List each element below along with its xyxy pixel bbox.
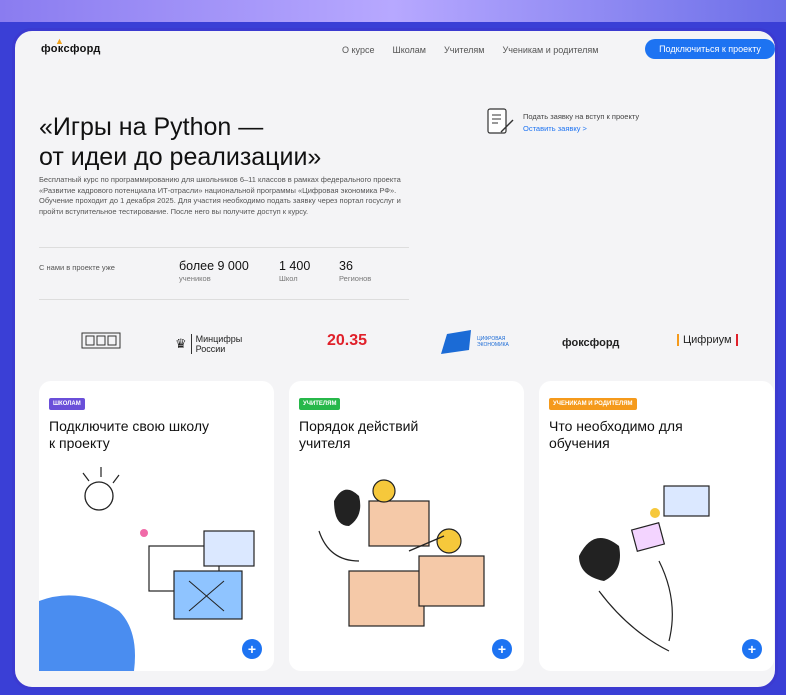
logo-hat-icon: ▲ xyxy=(55,36,65,46)
nav-item-teachers[interactable]: Учителям xyxy=(444,45,484,55)
card-students-parents[interactable]: Ученикам и родителям Что необходимо для … xyxy=(539,381,774,671)
stat-students: более 9 000 учеников xyxy=(179,259,249,283)
badge-schools: Школам xyxy=(49,398,85,410)
partner-nod-logo xyxy=(81,330,121,352)
foxford-partner-label: фоксфорд xyxy=(562,337,620,349)
logo-text: фоксфорд xyxy=(41,43,101,55)
partner-mincifry: ♛ Минцифры России xyxy=(175,334,251,354)
partner-foxford: фоксфорд xyxy=(562,337,619,349)
mincifry-label: Минцифры России xyxy=(190,334,251,354)
schools-illustration-icon xyxy=(39,467,255,671)
partner-digital-economy: ЦИФРОВАЯ ЭКОНОМИКА xyxy=(439,328,517,356)
document-pen-icon xyxy=(487,108,514,134)
badge-students-parents: Ученикам и родителям xyxy=(549,398,637,410)
open-card-schools-button[interactable]: + xyxy=(242,639,262,659)
card-teachers[interactable]: Учителям Порядок действий учителя + xyxy=(289,381,524,671)
stats-divider-top xyxy=(39,247,409,248)
project-stats: С нами в проекте уже более 9 000 ученико… xyxy=(39,259,409,289)
open-card-students-button[interactable]: + xyxy=(742,639,762,659)
leave-request-link[interactable]: Оставить заявку > xyxy=(523,124,587,133)
card-title: Что необходимо для обучения xyxy=(549,418,683,451)
partners-row: ♛ Минцифры России 20.35 ЦИФРОВАЯ ЭКОНОМИ… xyxy=(15,328,775,364)
nav-item-about[interactable]: О курсе xyxy=(342,45,374,55)
stat-value: 1 400 xyxy=(279,259,311,273)
foxford-logo[interactable]: ▲ фоксфорд xyxy=(41,36,101,55)
partner-2035: 20.35 xyxy=(327,332,367,350)
students-illustration-icon xyxy=(579,485,710,652)
site-header: ▲ фоксфорд О курсе Школам Учителям Учени… xyxy=(15,31,775,71)
stats-lead: С нами в проекте уже xyxy=(39,263,115,272)
partner-cifrium: Цифриум xyxy=(677,334,738,346)
stat-value: 36 xyxy=(339,259,353,273)
stat-label: учеников xyxy=(179,274,211,283)
digital-economy-label: ЦИФРОВАЯ ЭКОНОМИКА xyxy=(477,336,509,348)
stat-label: Регионов xyxy=(339,274,372,283)
badge-teachers: Учителям xyxy=(299,398,341,410)
russia-eagle-icon: ♛ xyxy=(175,336,187,351)
nod-logo-icon xyxy=(81,332,121,349)
stat-label: Школ xyxy=(279,274,298,283)
browser-top-band xyxy=(0,0,786,22)
stat-schools: 1 400 Школ xyxy=(279,259,310,283)
nav-item-students-parents[interactable]: Ученикам и родителям xyxy=(502,45,598,55)
stat-value: более 9 000 xyxy=(179,259,249,273)
nav-item-schools[interactable]: Школам xyxy=(392,45,426,55)
cifrium-label: Цифриум xyxy=(677,334,738,346)
digital-economy-logo-icon xyxy=(441,330,471,354)
open-card-teachers-button[interactable]: + xyxy=(492,639,512,659)
join-project-button[interactable]: Подключиться к проекту xyxy=(645,39,775,59)
card-title: Подключите свою школу к проекту xyxy=(49,418,210,451)
teachers-illustration-icon xyxy=(318,479,485,627)
page-title: «Игры на Python — от идеи до реализации» xyxy=(39,113,322,171)
stat-regions: 36 Регионов xyxy=(339,259,371,283)
main-nav: О курсе Школам Учителям Ученикам и родит… xyxy=(342,45,598,55)
stats-divider-bottom xyxy=(39,299,409,300)
card-schools[interactable]: Школам Подключите свою школу к проекту + xyxy=(39,381,274,671)
card-title: Порядок действий учителя xyxy=(299,418,419,451)
request-title: Подать заявку на вступ к проекту xyxy=(523,112,640,121)
hero-description: Бесплатный курс по программированию для … xyxy=(39,175,401,216)
p2035-label: 20.35 xyxy=(327,332,368,349)
page-frame: ▲ фоксфорд О курсе Школам Учителям Учени… xyxy=(12,28,778,690)
